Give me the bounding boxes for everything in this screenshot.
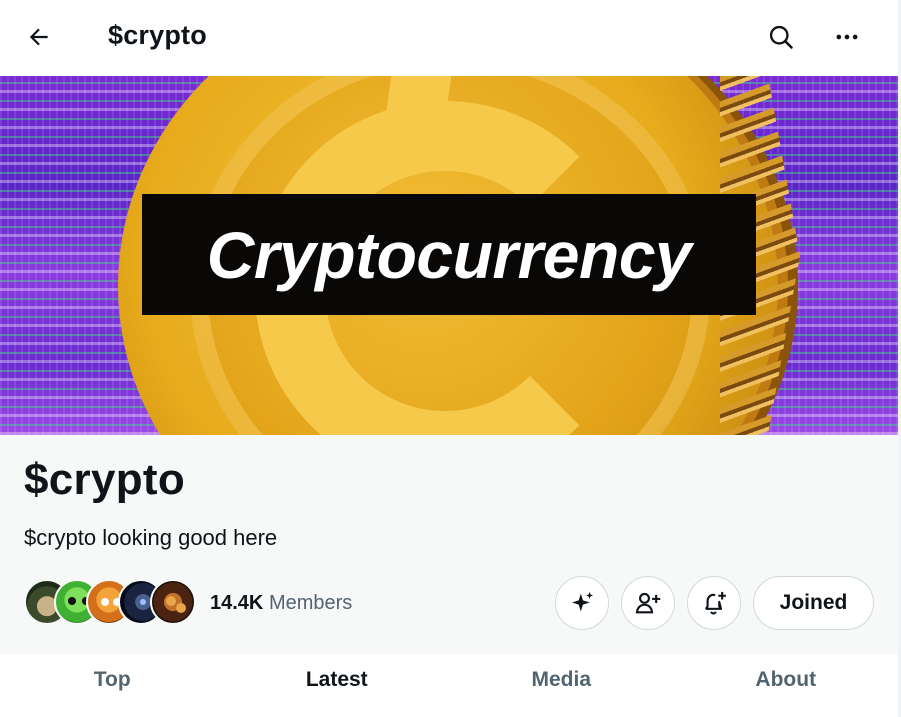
more-horizontal-icon xyxy=(836,34,858,40)
community-name: $crypto xyxy=(24,455,186,504)
community-tabs: Top Latest Media About xyxy=(0,654,898,717)
member-avatars[interactable] xyxy=(24,579,196,627)
coin-symbol-bar-top xyxy=(378,76,452,166)
joined-button[interactable]: Joined xyxy=(753,576,874,630)
header-title: $crypto xyxy=(108,20,207,50)
tab-about[interactable]: About xyxy=(674,654,899,717)
notifications-button[interactable] xyxy=(687,576,741,630)
invite-button[interactable] xyxy=(621,576,675,630)
community-description: $crypto looking good here xyxy=(24,525,278,550)
avatar xyxy=(150,579,196,625)
member-count-label: Members xyxy=(268,592,353,614)
grok-summary-button[interactable] xyxy=(555,576,609,630)
member-count-value: 14.4K xyxy=(210,592,264,614)
community-banner[interactable]: Cryptocurrency xyxy=(0,76,898,435)
add-user-icon xyxy=(635,592,661,614)
tab-top[interactable]: Top xyxy=(0,654,225,717)
search-icon xyxy=(769,25,793,49)
back-button[interactable] xyxy=(18,18,60,56)
banner-label-text: Cryptocurrency xyxy=(206,217,692,292)
sparkle-icon xyxy=(571,591,594,612)
more-options-button[interactable] xyxy=(826,16,868,58)
community-page: $crypto Cryptocurrency $crypto $crypto l… xyxy=(0,0,901,717)
search-button[interactable] xyxy=(760,16,802,58)
arrow-left-icon xyxy=(29,28,48,46)
member-count[interactable]: 14.4K Members xyxy=(210,592,352,615)
bell-plus-icon xyxy=(704,591,726,615)
top-bar: $crypto xyxy=(0,0,898,76)
tab-media[interactable]: Media xyxy=(449,654,674,717)
tab-latest[interactable]: Latest xyxy=(225,654,450,717)
banner-label-box: Cryptocurrency xyxy=(142,194,756,315)
community-info: $crypto $crypto looking good here 14.4K … xyxy=(0,435,898,654)
